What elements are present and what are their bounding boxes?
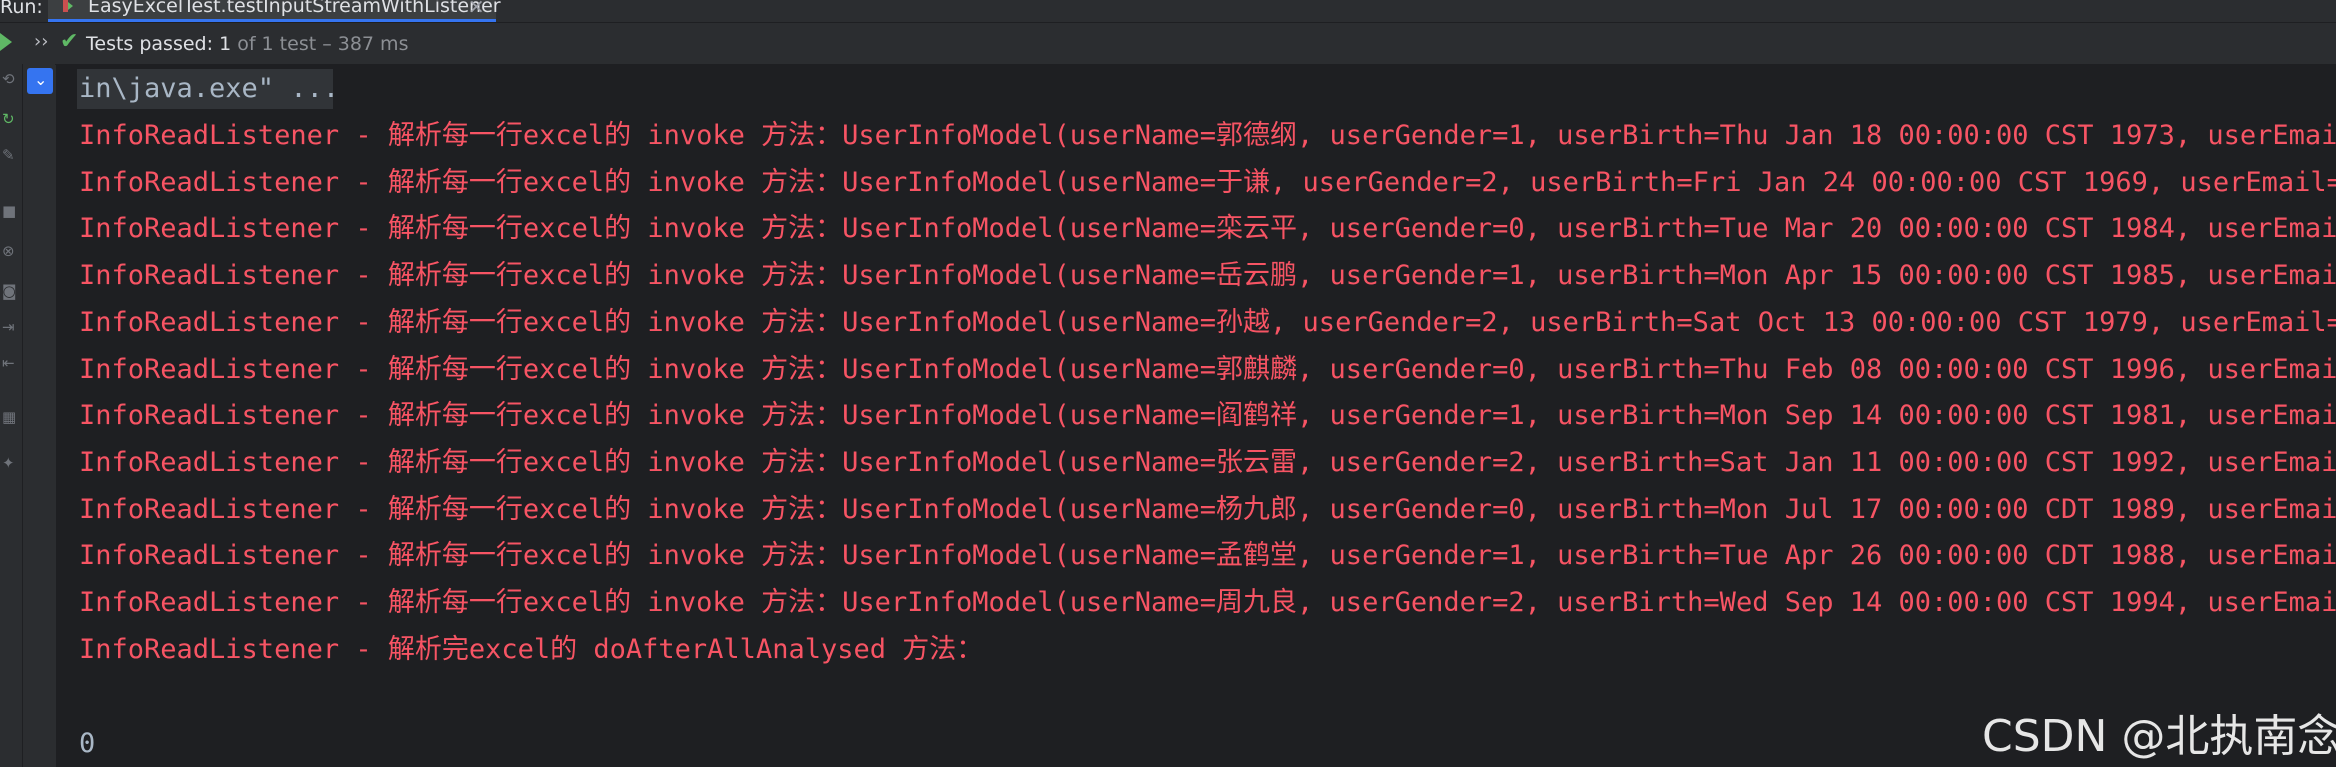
left-tool-gutter: ⟲ ↻ ✎ ■ ⊗ ◙ ⇥ ⇤ ▦ ✦ bbox=[0, 64, 23, 767]
pass-check-icon: ✔ bbox=[60, 29, 79, 54]
status-pass: Tests passed: bbox=[86, 33, 214, 55]
run-label: Run: bbox=[0, 0, 43, 18]
close-icon[interactable]: × bbox=[468, 0, 485, 18]
settings-wrench-icon[interactable]: ✎ bbox=[2, 148, 16, 163]
filter-column: ⌄ bbox=[23, 64, 55, 767]
history-icon[interactable]: ⟲ bbox=[2, 72, 16, 87]
command-line: in\java.exe" ... bbox=[79, 73, 340, 104]
log-line: InfoReadListener - 解析每一行excel的 invoke 方法… bbox=[79, 493, 2336, 525]
log-line: InfoReadListener - 解析每一行excel的 invoke 方法… bbox=[79, 166, 2336, 198]
log-line: InfoReadListener - 解析每一行excel的 invoke 方法… bbox=[79, 213, 2336, 245]
coverage-icon[interactable]: ⊗ bbox=[2, 244, 16, 259]
expand-chevron-icon[interactable]: ›› bbox=[34, 31, 48, 52]
trailing-output: 0 bbox=[79, 728, 96, 759]
log-line: InfoReadListener - 解析每一行excel的 invoke 方法… bbox=[79, 353, 2336, 385]
test-config-icon bbox=[63, 0, 73, 12]
log-line: InfoReadListener - 解析完excel的 doAfterAllA… bbox=[79, 633, 984, 665]
log-line: InfoReadListener - 解析每一行excel的 invoke 方法… bbox=[79, 446, 2336, 478]
log-line: InfoReadListener - 解析每一行excel的 invoke 方法… bbox=[79, 306, 2336, 338]
console-output[interactable]: in\java.exe" ... InfoReadListener - 解析每一… bbox=[56, 64, 2336, 767]
log-line: InfoReadListener - 解析每一行excel的 invoke 方法… bbox=[79, 400, 2336, 432]
rerun-icon[interactable]: ↻ bbox=[2, 112, 16, 127]
watermark: CSDN @北执南念 bbox=[1982, 711, 2336, 762]
test-status: Tests passed: 1 of 1 test – 387 ms bbox=[86, 33, 408, 55]
run-tab-bar: Run: EasyExcelTest.testInputStreamWithLi… bbox=[0, 0, 2336, 23]
layout-icon[interactable]: ▦ bbox=[2, 410, 16, 425]
camera-icon[interactable]: ◙ bbox=[2, 284, 17, 299]
status-detail: of 1 test – 387 ms bbox=[237, 33, 409, 55]
test-toolbar: ›› ✔ Tests passed: 1 of 1 test – 387 ms bbox=[0, 23, 2336, 65]
log-line: InfoReadListener - 解析每一行excel的 invoke 方法… bbox=[79, 587, 2336, 618]
log-line: InfoReadListener - 解析每一行excel的 invoke 方法… bbox=[79, 540, 2336, 572]
log-line: InfoReadListener - 解析每一行excel的 invoke 方法… bbox=[79, 120, 2336, 151]
filter-icon[interactable]: ⌄ bbox=[27, 68, 53, 94]
run-config-tab[interactable]: EasyExcelTest.testInputStreamWithListene… bbox=[48, 0, 501, 22]
stop-icon[interactable]: ■ bbox=[2, 204, 16, 219]
import-icon[interactable]: ⇤ bbox=[2, 356, 16, 371]
status-count: 1 bbox=[219, 33, 232, 55]
log-line: InfoReadListener - 解析每一行excel的 invoke 方法… bbox=[79, 260, 2336, 292]
pin-icon[interactable]: ✦ bbox=[2, 456, 16, 471]
run-tab-title: EasyExcelTest.testInputStreamWithListene… bbox=[88, 0, 501, 17]
export-icon[interactable]: ⇥ bbox=[2, 320, 16, 335]
run-icon[interactable] bbox=[0, 33, 12, 51]
